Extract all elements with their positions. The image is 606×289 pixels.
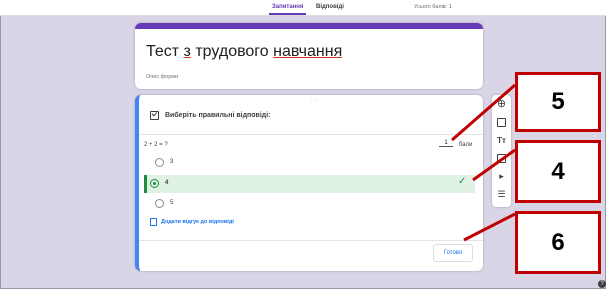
form-description-field[interactable]: Опис форми [146,74,178,80]
option-label: 4 [165,180,169,186]
option-label: 5 [170,200,174,206]
points-input[interactable]: 1 [439,140,453,147]
add-section-icon[interactable]: ☰ [496,189,507,200]
add-question-icon[interactable]: ⊕ [496,99,507,110]
form-title-text: Тест [146,43,184,60]
form-title-card[interactable]: Тест з трудового навчання Опис форми [135,23,483,89]
option-row[interactable]: 3 [149,155,479,171]
floating-toolbar: ⊕ Tт ▸ ☰ [492,95,511,207]
top-bar: Запитання Відповіді Усього балів: 1 [0,0,606,16]
feedback-icon [150,218,157,226]
import-questions-icon[interactable] [496,117,507,128]
tab-answers[interactable]: Відповіді [316,4,344,10]
tab-questions[interactable]: Запитання [268,4,307,15]
question-card[interactable]: ::: Виберіть правильні відповіді: 2 + 2 … [135,95,483,271]
checkmark-icon: ✓ [458,176,467,187]
question-header: Виберіть правильні відповіді: [139,105,483,135]
add-image-icon[interactable] [496,153,507,164]
radio-button[interactable] [155,199,164,208]
form-title-text: з [183,43,191,60]
total-score: Усього балів: 1 [414,4,452,10]
help-icon[interactable]: ? [598,280,606,288]
question-header-text: Виберіть правильні відповіді: [165,112,271,119]
form-title-text: навчання [273,43,343,60]
form-title[interactable]: Тест з трудового навчання [146,43,342,61]
divider [139,240,483,241]
radio-button-selected[interactable] [150,179,159,188]
option-row-correct[interactable]: 4 ✓ [144,175,475,193]
option-row[interactable]: 5 [149,196,479,212]
callout-5: 5 [515,72,601,132]
option-label: 3 [170,159,174,165]
checklist-icon [150,111,159,120]
radio-button[interactable] [155,158,164,167]
question-text: 2 + 2 = ? [144,142,168,148]
drag-handle[interactable]: ::: [311,97,318,103]
add-feedback-label: Додати відгук до відповіді [161,219,234,225]
add-title-icon[interactable]: Tт [496,135,507,146]
callout-4: 4 [515,140,601,203]
form-title-text: трудового [190,43,274,60]
done-button[interactable]: Готово [433,244,473,262]
points-unit-label: бали [459,142,473,148]
callout-6: 6 [515,211,601,274]
add-video-icon[interactable]: ▸ [496,171,507,182]
